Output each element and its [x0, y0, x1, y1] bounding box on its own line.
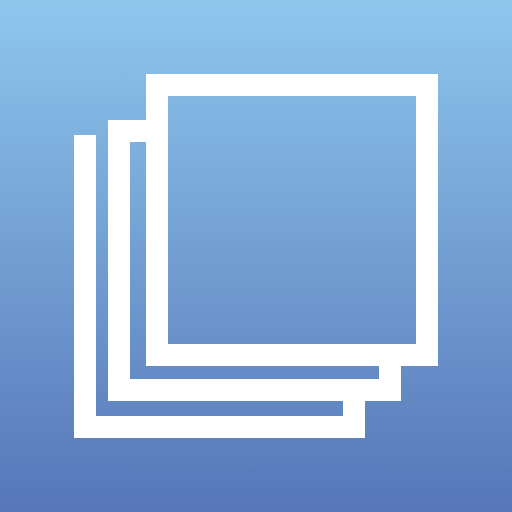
stacked-pages-icon	[0, 0, 512, 512]
app-icon	[0, 0, 512, 512]
